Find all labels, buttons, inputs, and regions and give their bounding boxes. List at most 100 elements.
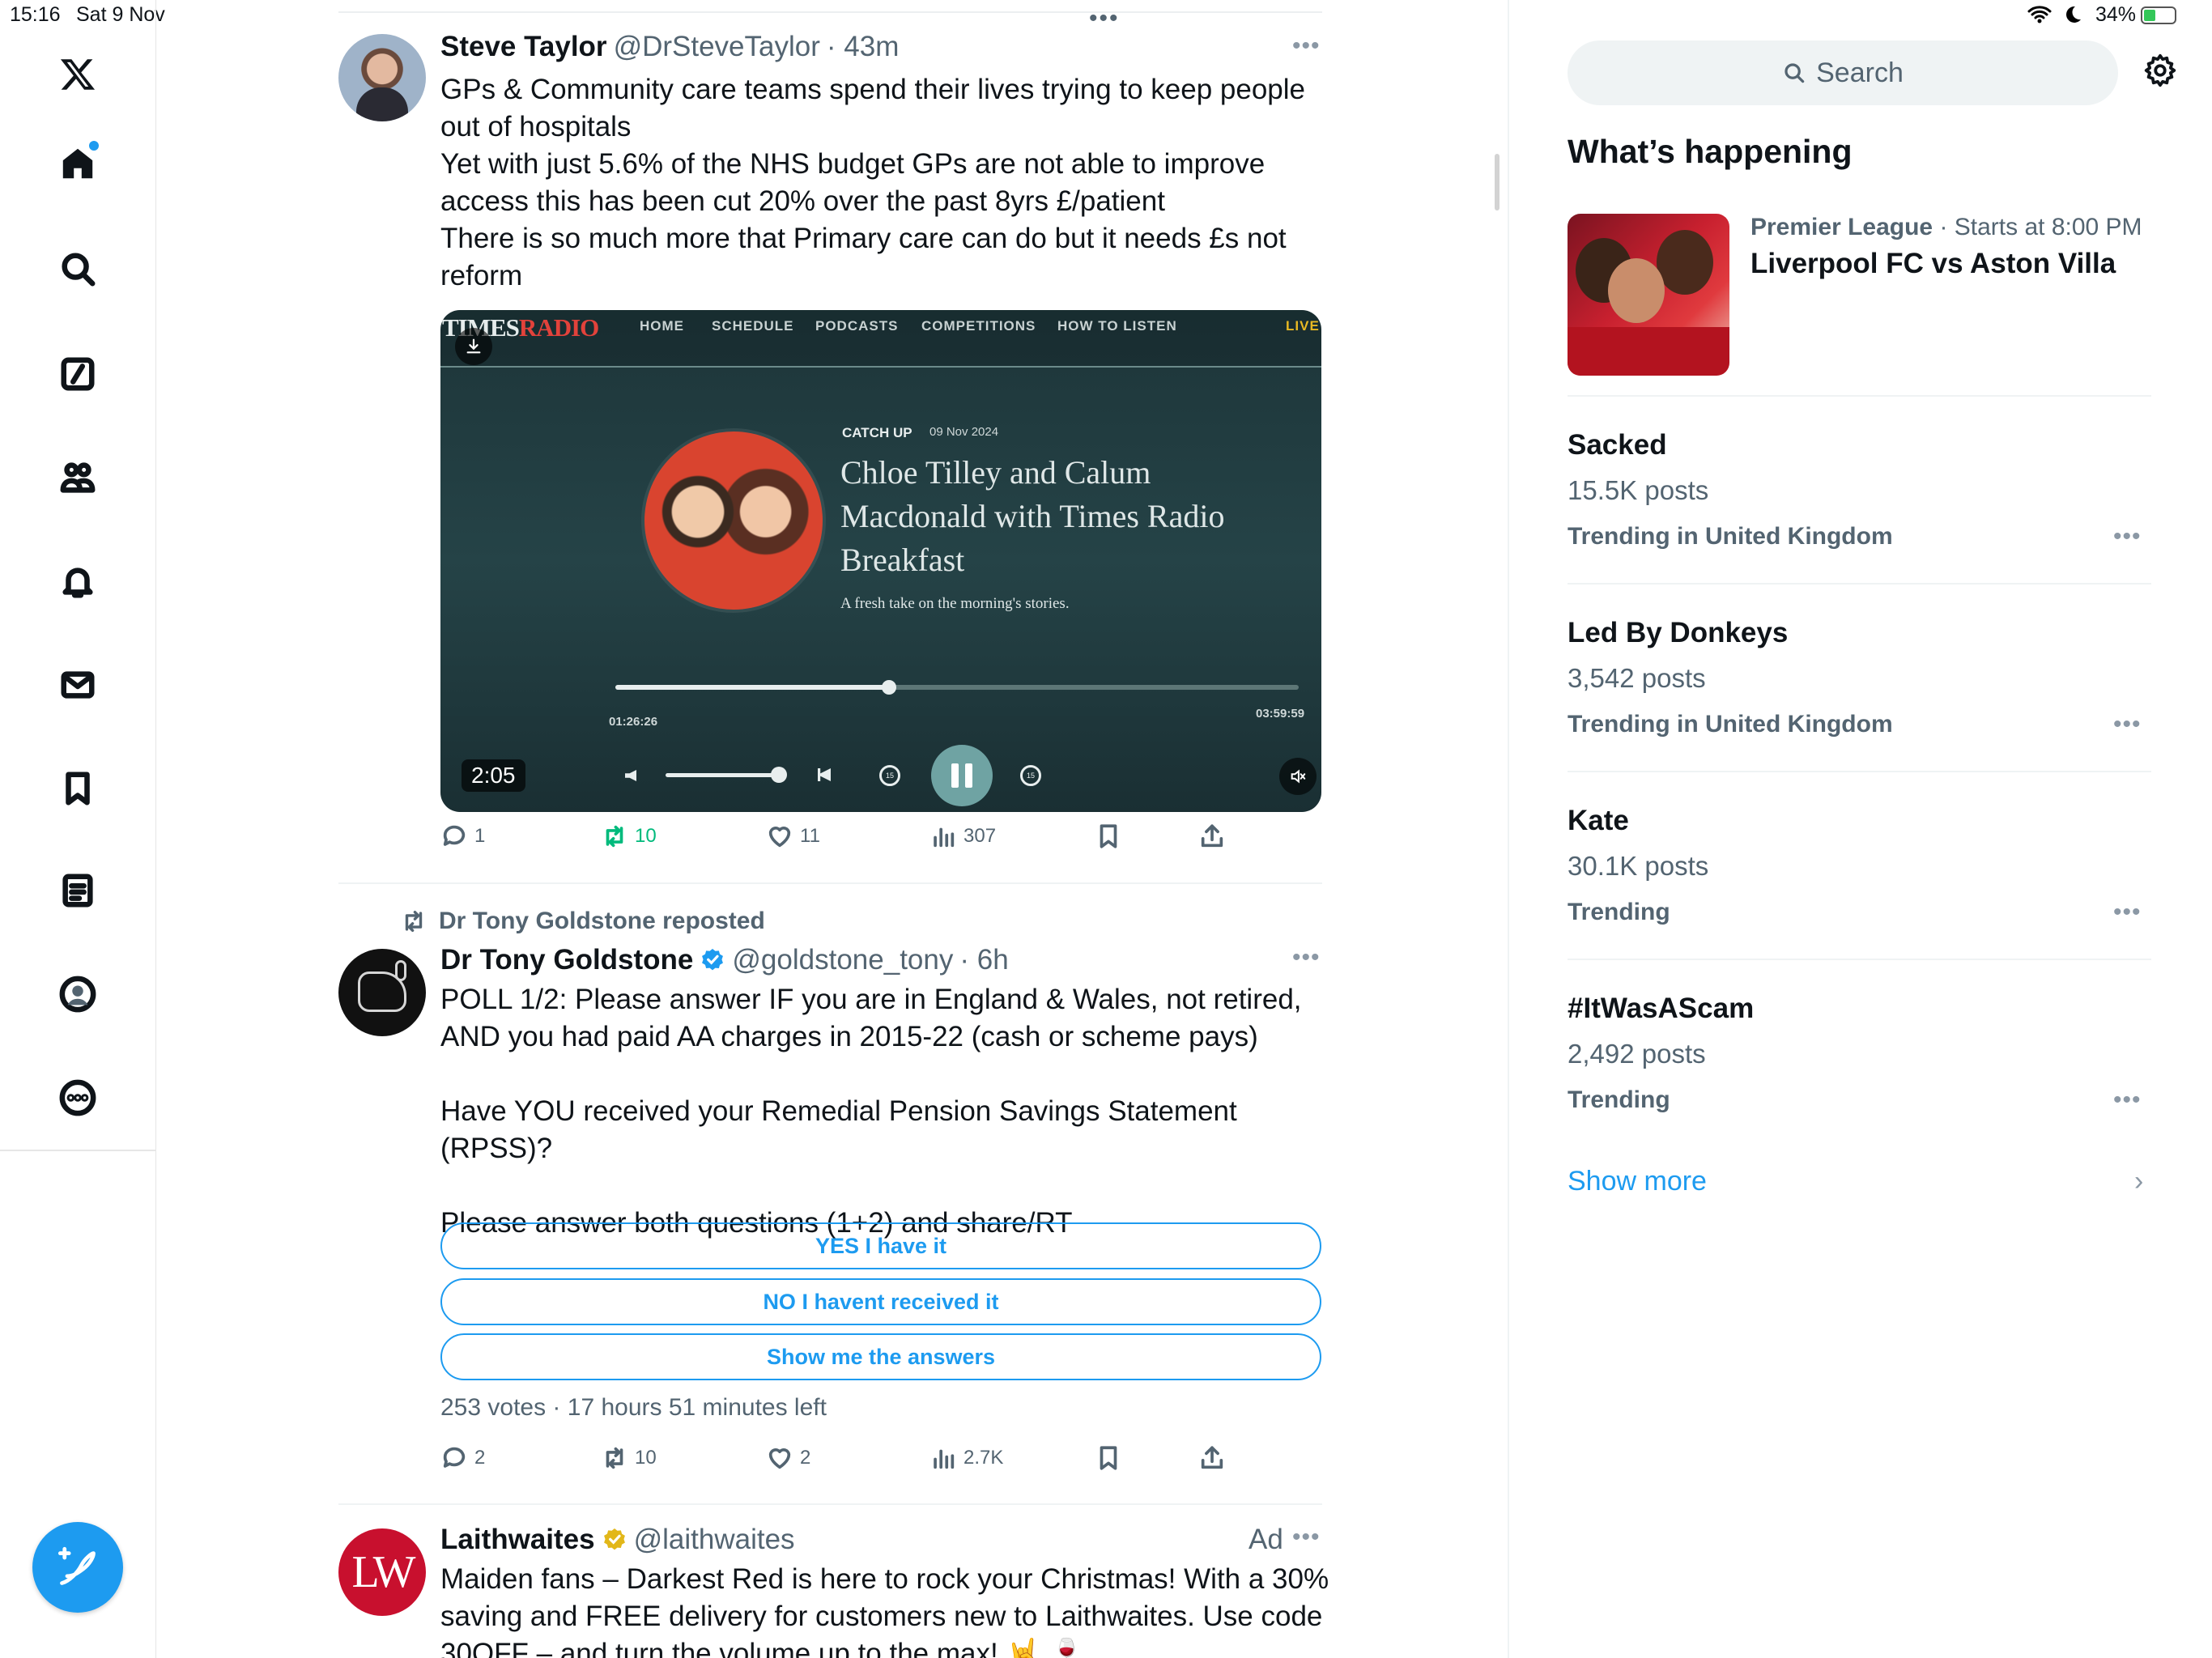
- elapsed-time: 01:26:26: [609, 715, 658, 729]
- seek-bar[interactable]: [615, 680, 1299, 695]
- event-time: · Starts at 8:00 PM: [1939, 214, 2142, 240]
- author-name[interactable]: Steve Taylor: [440, 31, 607, 63]
- volume-slider[interactable]: [666, 773, 779, 777]
- volume-icon[interactable]: [625, 770, 636, 781]
- bookmark-button[interactable]: [1095, 1444, 1122, 1472]
- pause-button[interactable]: [931, 745, 993, 806]
- repost-label[interactable]: Dr Tony Goldstone reposted: [439, 908, 765, 935]
- trend-context: Trending in United Kingdom: [1568, 523, 1893, 550]
- tweet-time[interactable]: · 6h: [959, 944, 1008, 976]
- skip-back-icon[interactable]: [818, 768, 831, 781]
- author-handle[interactable]: @DrSteveTaylor: [614, 31, 820, 63]
- author-handle[interactable]: @laithwaites: [634, 1524, 795, 1556]
- reply-icon: [443, 825, 466, 846]
- repost-button[interactable]: 10: [601, 823, 657, 850]
- poll-option-no[interactable]: NO I havent received it: [440, 1278, 1321, 1325]
- profile-icon[interactable]: [44, 960, 112, 1028]
- catch-up-label: CATCH UP: [842, 425, 912, 440]
- trend-separator: [1568, 771, 2151, 772]
- avatar[interactable]: [338, 34, 426, 121]
- reply-icon: [443, 1447, 466, 1468]
- repost-button[interactable]: 10: [601, 1444, 657, 1472]
- like-button[interactable]: 2: [766, 1444, 810, 1472]
- moon-icon: [2066, 6, 2081, 23]
- settings-icon[interactable]: [2142, 52, 2179, 93]
- x-logo-icon[interactable]: [44, 40, 112, 108]
- bookmark-button[interactable]: [1095, 823, 1122, 850]
- reply-count: 2: [474, 1447, 486, 1469]
- section-title: What’s happening: [1568, 133, 1853, 170]
- mail-icon[interactable]: [44, 651, 112, 719]
- forward-15-icon[interactable]: 15: [1020, 765, 1041, 786]
- avatar[interactable]: [338, 949, 426, 1036]
- share-button[interactable]: [1198, 1444, 1226, 1472]
- episode-date: 09 Nov 2024: [929, 425, 999, 439]
- reply-button[interactable]: 2: [440, 1444, 485, 1472]
- bookmark-icon[interactable]: [44, 755, 112, 823]
- views-button[interactable]: 307: [929, 823, 996, 850]
- more-options-icon[interactable]: •••: [1292, 944, 1321, 971]
- share-icon: [1201, 824, 1223, 848]
- volume-knob[interactable]: [771, 767, 787, 783]
- more-options-icon[interactable]: •••: [2113, 711, 2142, 738]
- more-options-icon[interactable]: •••: [2113, 899, 2142, 926]
- feed-handle-dots: •••: [1089, 5, 1120, 32]
- lists-icon[interactable]: [44, 857, 112, 925]
- more-options-icon[interactable]: •••: [2113, 1086, 2142, 1114]
- avatar[interactable]: LW: [338, 1528, 426, 1616]
- gold-verified-badge-icon: [603, 1528, 625, 1550]
- ad-label: Ad: [1249, 1524, 1283, 1555]
- battery-percent: 34%: [2095, 3, 2136, 26]
- rewind-15-icon[interactable]: 15: [879, 765, 900, 786]
- video-player[interactable]: TIMESRADIO HOME SCHEDULE PODCASTS COMPET…: [440, 310, 1321, 812]
- share-icon: [1201, 1446, 1223, 1469]
- download-icon[interactable]: [455, 328, 492, 365]
- communities-icon[interactable]: [44, 444, 112, 512]
- tweet-actions: 1 10 11 307: [440, 823, 1331, 863]
- share-button[interactable]: [1198, 823, 1226, 850]
- status-icons: [2027, 5, 2082, 24]
- search-icon[interactable]: [44, 235, 112, 303]
- reply-count: 1: [474, 825, 486, 847]
- like-button[interactable]: 11: [766, 823, 820, 850]
- bookmark-icon: [1100, 824, 1117, 848]
- bell-icon[interactable]: [44, 547, 112, 615]
- more-options-icon[interactable]: •••: [1292, 32, 1321, 60]
- home-icon[interactable]: [44, 130, 112, 198]
- event-title[interactable]: Liverpool FC vs Aston Villa: [1750, 248, 2116, 280]
- trend-context: Trending: [1568, 899, 1670, 925]
- tweet-text: Maiden fans – Darkest Red is here to roc…: [440, 1563, 1329, 1658]
- trend-count: 2,492 posts: [1568, 1039, 1706, 1069]
- author-handle[interactable]: @goldstone_tony: [732, 944, 953, 976]
- grok-icon[interactable]: [44, 340, 112, 408]
- trend-separator: [1568, 959, 2151, 960]
- compose-button[interactable]: [32, 1522, 123, 1613]
- more-options-icon[interactable]: •••: [1292, 1524, 1321, 1551]
- search-placeholder: Search: [1816, 57, 1904, 88]
- trend-title: #ItWasAScam: [1568, 993, 1755, 1024]
- featured-event-image[interactable]: [1568, 214, 1729, 376]
- tweet-actions: 2 10 2 2.7K: [440, 1444, 1331, 1485]
- more-icon[interactable]: [44, 1064, 112, 1132]
- tweet-time[interactable]: · 43m: [827, 31, 899, 63]
- show-more-link[interactable]: Show more: [1568, 1166, 1707, 1197]
- author-name[interactable]: Dr Tony Goldstone: [440, 944, 693, 976]
- video-nav-home: HOME: [640, 318, 684, 334]
- scroll-indicator[interactable]: [1495, 154, 1499, 210]
- reply-button[interactable]: 1: [440, 823, 485, 850]
- poll-option-show-answers[interactable]: Show me the answers: [440, 1333, 1321, 1380]
- video-live-label: LIVE: [1286, 318, 1320, 334]
- duration-badge: 2:05: [462, 759, 525, 792]
- views-count: 307: [963, 825, 997, 847]
- video-nav-schedule: SCHEDULE: [712, 318, 794, 334]
- author-name[interactable]: Laithwaites: [440, 1524, 595, 1556]
- trend-count: 30.1K posts: [1568, 851, 1709, 881]
- chevron-right-icon[interactable]: ›: [2134, 1166, 2143, 1197]
- poll-option-yes[interactable]: YES I have it: [440, 1222, 1321, 1269]
- views-button[interactable]: 2.7K: [929, 1444, 1003, 1472]
- mute-icon[interactable]: [1279, 758, 1317, 795]
- search-input[interactable]: Search: [1568, 40, 2118, 105]
- presenters-image: [644, 432, 823, 610]
- more-options-icon[interactable]: •••: [2113, 523, 2142, 551]
- views-count: 2.7K: [963, 1447, 1004, 1469]
